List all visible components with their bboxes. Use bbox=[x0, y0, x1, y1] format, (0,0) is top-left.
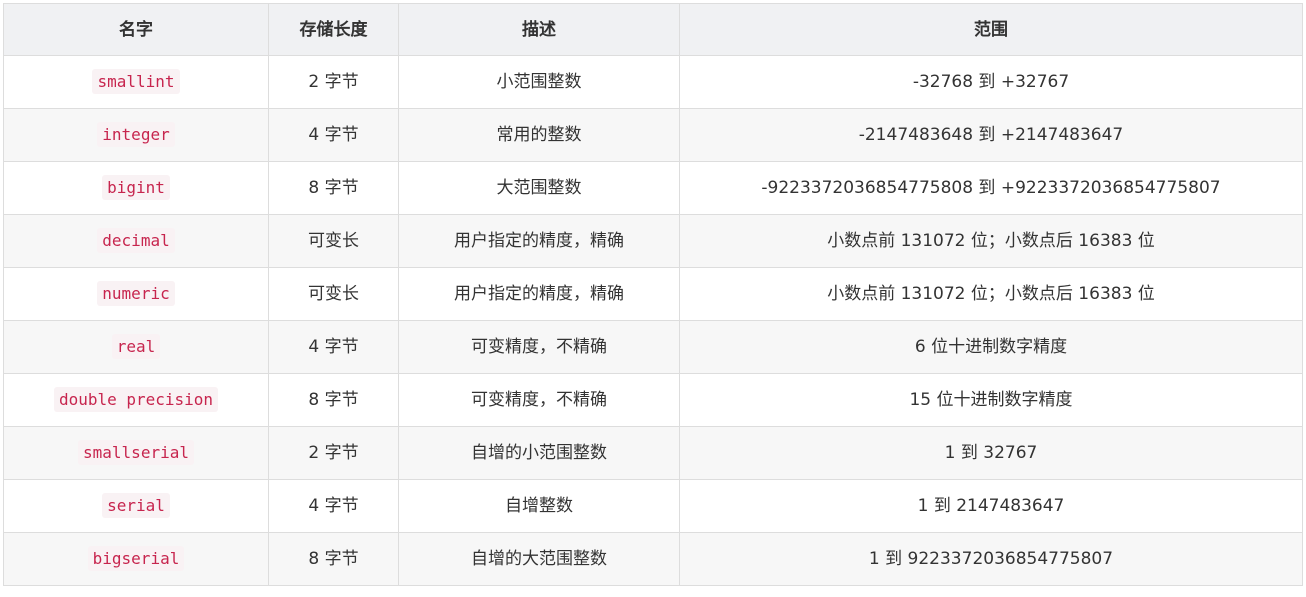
header-range: 范围 bbox=[679, 3, 1303, 56]
cell-size: 可变长 bbox=[268, 214, 399, 268]
cell-name: decimal bbox=[3, 214, 269, 268]
cell-name: smallserial bbox=[3, 426, 269, 480]
table-row: bigserial 8 字节 自增的大范围整数 1 到 922337203685… bbox=[3, 532, 1303, 586]
cell-name: bigint bbox=[3, 161, 269, 215]
cell-range: 1 到 9223372036854775807 bbox=[679, 532, 1303, 586]
header-description: 描述 bbox=[398, 3, 680, 56]
cell-range: -2147483648 到 +2147483647 bbox=[679, 108, 1303, 162]
cell-desc: 可变精度，不精确 bbox=[398, 373, 680, 427]
cell-name: numeric bbox=[3, 267, 269, 321]
type-name-code: real bbox=[111, 334, 161, 359]
cell-desc: 用户指定的精度，精确 bbox=[398, 267, 680, 321]
cell-size: 可变长 bbox=[268, 267, 399, 321]
header-name: 名字 bbox=[3, 3, 269, 56]
cell-size: 4 字节 bbox=[268, 108, 399, 162]
cell-desc: 大范围整数 bbox=[398, 161, 680, 215]
cell-desc: 自增的大范围整数 bbox=[398, 532, 680, 586]
cell-size: 8 字节 bbox=[268, 532, 399, 586]
type-name-code: decimal bbox=[97, 228, 175, 253]
cell-range: 小数点前 131072 位；小数点后 16383 位 bbox=[679, 267, 1303, 321]
type-name-code: smallint bbox=[92, 69, 180, 94]
type-name-code: smallserial bbox=[78, 440, 194, 465]
cell-desc: 用户指定的精度，精确 bbox=[398, 214, 680, 268]
cell-desc: 自增整数 bbox=[398, 479, 680, 533]
cell-range: -9223372036854775808 到 +9223372036854775… bbox=[679, 161, 1303, 215]
cell-size: 8 字节 bbox=[268, 373, 399, 427]
table-row: integer 4 字节 常用的整数 -2147483648 到 +214748… bbox=[3, 108, 1303, 162]
cell-name: smallint bbox=[3, 55, 269, 109]
cell-desc: 自增的小范围整数 bbox=[398, 426, 680, 480]
numeric-types-table: 名字 存储长度 描述 范围 smallint 2 字节 小范围整数 -32768… bbox=[3, 3, 1303, 586]
cell-name: real bbox=[3, 320, 269, 374]
cell-range: 1 到 32767 bbox=[679, 426, 1303, 480]
cell-size: 4 字节 bbox=[268, 320, 399, 374]
type-name-code: double precision bbox=[53, 387, 219, 412]
type-name-code: numeric bbox=[97, 281, 175, 306]
cell-name: serial bbox=[3, 479, 269, 533]
table-row: serial 4 字节 自增整数 1 到 2147483647 bbox=[3, 479, 1303, 533]
table-row: smallint 2 字节 小范围整数 -32768 到 +32767 bbox=[3, 55, 1303, 109]
cell-range: -32768 到 +32767 bbox=[679, 55, 1303, 109]
cell-desc: 常用的整数 bbox=[398, 108, 680, 162]
type-name-code: bigint bbox=[102, 175, 170, 200]
table-row: real 4 字节 可变精度，不精确 6 位十进制数字精度 bbox=[3, 320, 1303, 374]
header-row: 名字 存储长度 描述 范围 bbox=[3, 3, 1303, 56]
type-name-code: integer bbox=[97, 122, 175, 147]
cell-range: 6 位十进制数字精度 bbox=[679, 320, 1303, 374]
cell-range: 小数点前 131072 位；小数点后 16383 位 bbox=[679, 214, 1303, 268]
table-row: decimal 可变长 用户指定的精度，精确 小数点前 131072 位；小数点… bbox=[3, 214, 1303, 268]
table-row: bigint 8 字节 大范围整数 -9223372036854775808 到… bbox=[3, 161, 1303, 215]
cell-range: 1 到 2147483647 bbox=[679, 479, 1303, 533]
cell-size: 2 字节 bbox=[268, 426, 399, 480]
table-row: double precision 8 字节 可变精度，不精确 15 位十进制数字… bbox=[3, 373, 1303, 427]
cell-desc: 可变精度，不精确 bbox=[398, 320, 680, 374]
numeric-types-table-wrapper: 名字 存储长度 描述 范围 smallint 2 字节 小范围整数 -32768… bbox=[3, 3, 1303, 586]
table-row: numeric 可变长 用户指定的精度，精确 小数点前 131072 位；小数点… bbox=[3, 267, 1303, 321]
cell-size: 4 字节 bbox=[268, 479, 399, 533]
cell-size: 8 字节 bbox=[268, 161, 399, 215]
table-header: 名字 存储长度 描述 范围 bbox=[3, 3, 1303, 56]
table-row: smallserial 2 字节 自增的小范围整数 1 到 32767 bbox=[3, 426, 1303, 480]
cell-size: 2 字节 bbox=[268, 55, 399, 109]
cell-desc: 小范围整数 bbox=[398, 55, 680, 109]
cell-range: 15 位十进制数字精度 bbox=[679, 373, 1303, 427]
cell-name: bigserial bbox=[3, 532, 269, 586]
cell-name: double precision bbox=[3, 373, 269, 427]
type-name-code: bigserial bbox=[87, 546, 185, 571]
header-storage-size: 存储长度 bbox=[268, 3, 399, 56]
cell-name: integer bbox=[3, 108, 269, 162]
table-body: smallint 2 字节 小范围整数 -32768 到 +32767 inte… bbox=[3, 55, 1303, 586]
type-name-code: serial bbox=[102, 493, 170, 518]
